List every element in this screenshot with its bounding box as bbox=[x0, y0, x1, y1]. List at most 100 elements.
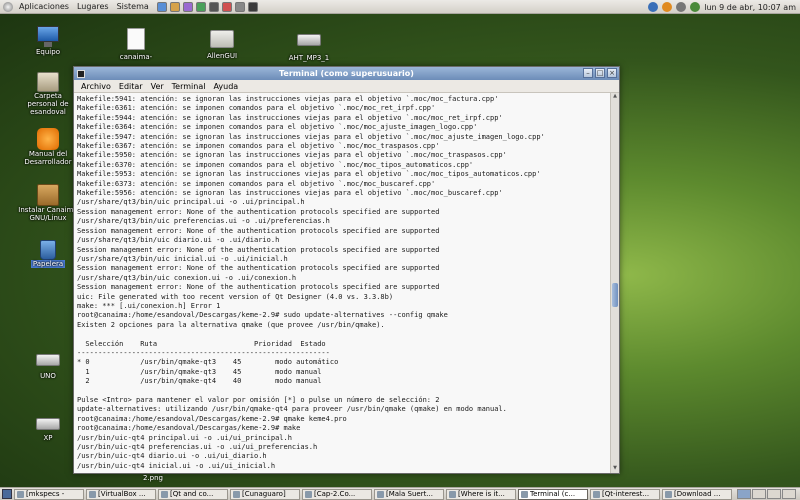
tools-launcher-icon[interactable] bbox=[234, 1, 245, 12]
terminal-line: make: *** [.ui/conexion.h] Error 1 bbox=[77, 301, 221, 310]
desktop-icon-papelera[interactable]: Papelera bbox=[18, 240, 78, 268]
taskbar-button[interactable]: [Where is it... bbox=[446, 488, 516, 500]
office-launcher-icon[interactable] bbox=[195, 1, 206, 12]
taskbar-button[interactable]: [Qt-interest... bbox=[590, 488, 660, 500]
taskbar-button[interactable]: [Mala Suert... bbox=[374, 488, 444, 500]
terminal-line: Selección Ruta Prioridad Estado bbox=[77, 339, 326, 348]
window-icon bbox=[665, 490, 672, 498]
top-panel: Aplicaciones Lugares Sistema lun 9 de ab… bbox=[0, 0, 800, 14]
minimize-button[interactable]: – bbox=[583, 68, 593, 78]
terminal-menu-bar: Archivo Editar Ver Terminal Ayuda bbox=[74, 80, 619, 93]
app-launcher-icon[interactable] bbox=[182, 1, 193, 12]
window-icon bbox=[233, 490, 240, 498]
menu-ayuda[interactable]: Ayuda bbox=[209, 82, 242, 91]
manual-icon bbox=[37, 128, 59, 150]
taskbar-button[interactable]: [VirtualBox ... bbox=[86, 488, 156, 500]
terminal-line: ----------------------------------------… bbox=[77, 348, 330, 357]
desktop-file-label: 2.png bbox=[143, 474, 164, 482]
menu-archivo[interactable]: Archivo bbox=[77, 82, 115, 91]
drive-icon bbox=[36, 354, 60, 366]
bottom-taskbar: [mkspecs - [VirtualBox ... [Qt and co... [C… bbox=[0, 487, 800, 500]
battery-icon[interactable] bbox=[690, 2, 701, 12]
terminal-window: Terminal (como superusuario) – □ × Archi… bbox=[73, 66, 620, 474]
maximize-button[interactable]: □ bbox=[595, 68, 605, 78]
menu-terminal[interactable]: Terminal bbox=[168, 82, 210, 91]
terminal-line: uic: File generated with too recent vers… bbox=[77, 292, 394, 301]
terminal-line: 2 /usr/bin/qmake-qt4 40 modo manual bbox=[77, 377, 322, 386]
window-title: Terminal (como superusuario) bbox=[279, 69, 414, 78]
menu-lugares[interactable]: Lugares bbox=[73, 0, 113, 14]
terminal-line: /usr/share/qt3/bin/uic principal.ui -o .… bbox=[77, 198, 305, 207]
menu-ver[interactable]: Ver bbox=[147, 82, 168, 91]
workspace-4[interactable] bbox=[782, 489, 796, 499]
installer-icon bbox=[37, 184, 59, 206]
taskbar-button[interactable]: Terminal (c... bbox=[518, 488, 588, 500]
update-icon[interactable] bbox=[662, 2, 673, 12]
desktop-icon-allengui[interactable]: AllenGUI bbox=[192, 30, 252, 60]
terminal-line: Makefile:6373: atención: se imponen coma… bbox=[77, 179, 436, 188]
terminal-line: Makefile:5956: atención: se ignoran las … bbox=[77, 189, 503, 198]
desktop-icon-equipo[interactable]: Equipo bbox=[18, 26, 78, 56]
window-title-bar[interactable]: Terminal (como superusuario) – □ × bbox=[74, 67, 619, 80]
desktop-icon-aht-mp3[interactable]: AHT_MP3_1 bbox=[279, 34, 339, 62]
home-folder-icon bbox=[37, 72, 59, 92]
desktop-icon-carpeta-personal[interactable]: Carpeta personal de esandoval bbox=[18, 72, 78, 116]
taskbar-button[interactable]: [Cunaguaro] bbox=[230, 488, 300, 500]
window-icon bbox=[89, 490, 96, 498]
terminal-line: Pulse <Intro> para mantener el valor por… bbox=[77, 395, 440, 404]
workspace-switcher bbox=[737, 489, 796, 499]
taskbar-button[interactable]: [Download ... bbox=[662, 488, 732, 500]
window-icon bbox=[449, 490, 456, 498]
desktop-icon-instalar[interactable]: Instalar Canaima GNU/Linux bbox=[18, 184, 78, 222]
terminal-line: /usr/bin/uic-qt4 diario.ui -o .ui/ui_dia… bbox=[77, 452, 267, 461]
desktop-icon-canaima[interactable]: canaima- bbox=[106, 28, 166, 61]
menu-editar[interactable]: Editar bbox=[115, 82, 147, 91]
drive-icon bbox=[297, 34, 321, 46]
close-button[interactable]: × bbox=[607, 68, 617, 78]
scroll-down-icon[interactable]: ▼ bbox=[611, 465, 619, 473]
desktop-icon-uno[interactable]: UNO bbox=[18, 354, 78, 380]
taskbar-button[interactable]: [mkspecs - bbox=[14, 488, 84, 500]
scroll-thumb[interactable] bbox=[612, 283, 618, 307]
terminal-launcher-icon[interactable] bbox=[208, 1, 219, 12]
desktop-icon-label: UNO bbox=[40, 372, 56, 380]
distro-logo-icon[interactable] bbox=[3, 1, 13, 12]
menu-aplicaciones[interactable]: Aplicaciones bbox=[15, 0, 73, 14]
window-icon bbox=[593, 490, 600, 498]
terminal-line: /usr/share/qt3/bin/uic diario.ui -o .ui/… bbox=[77, 236, 280, 245]
workspace-3[interactable] bbox=[767, 489, 781, 499]
taskbar-button[interactable]: [Cap-2.Co... bbox=[302, 488, 372, 500]
workspace-1[interactable] bbox=[737, 489, 751, 499]
terminal-line: Makefile:6367: atención: se imponen coma… bbox=[77, 142, 440, 151]
terminal-line: Makefile:5944: atención: se ignoran las … bbox=[77, 113, 503, 122]
terminal-line: Makefile:6361: atención: se imponen coma… bbox=[77, 104, 436, 113]
network-icon[interactable] bbox=[648, 2, 659, 12]
desktop-icon-label: AHT_MP3_1 bbox=[288, 54, 330, 62]
terminal-scrollbar[interactable]: ▲ ▼ bbox=[610, 93, 619, 473]
workspace-2[interactable] bbox=[752, 489, 766, 499]
taskbar-button-label: [Download ... bbox=[674, 490, 721, 498]
desktop-icon-manual[interactable]: Manual del Desarrollador bbox=[18, 128, 78, 166]
window-icon bbox=[17, 490, 24, 498]
monitor-launcher-icon[interactable] bbox=[247, 1, 258, 12]
scroll-up-icon[interactable]: ▲ bbox=[611, 93, 619, 101]
terminal-output[interactable]: Makefile:5941: atención: se ignoran las … bbox=[74, 93, 610, 473]
terminal-line: /usr/bin/uic-qt4 principal.ui -o .ui/ui_… bbox=[77, 433, 292, 442]
media-launcher-icon[interactable] bbox=[221, 1, 232, 12]
mail-launcher-icon[interactable] bbox=[169, 1, 180, 12]
terminal-line: /usr/share/qt3/bin/uic inicial.ui -o .ui… bbox=[77, 254, 288, 263]
desktop-icon-label: Papelera bbox=[30, 260, 66, 268]
desktop-icon-xp[interactable]: XP bbox=[18, 418, 78, 442]
volume-icon[interactable] bbox=[676, 2, 687, 12]
panel-clock[interactable]: lun 9 de abr, 10:07 am bbox=[704, 3, 796, 12]
desktop-icon-label: AllenGUI bbox=[206, 52, 238, 60]
terminal-line: Session management error: None of the au… bbox=[77, 245, 440, 254]
browser-launcher-icon[interactable] bbox=[156, 1, 167, 12]
terminal-line: /usr/bin/uic-qt4 preferencias.ui -o .ui/… bbox=[77, 443, 318, 451]
menu-sistema[interactable]: Sistema bbox=[113, 0, 153, 14]
desktop-icon-label: Manual del Desarrollador bbox=[24, 150, 72, 166]
terminal-line: /usr/share/qt3/bin/uic preferencias.ui -… bbox=[77, 217, 330, 226]
show-desktop-button[interactable] bbox=[2, 489, 12, 499]
taskbar-button[interactable]: [Qt and co... bbox=[158, 488, 228, 500]
